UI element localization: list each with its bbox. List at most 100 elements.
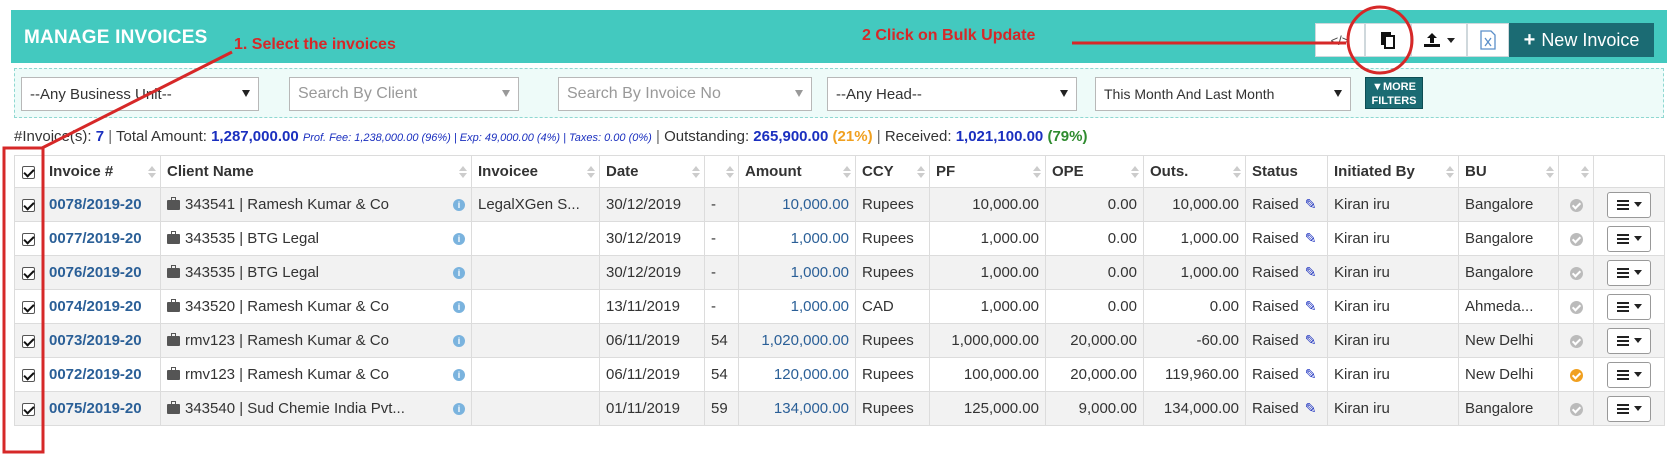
invoice-number[interactable]: 0073/2019-20 (42, 323, 161, 358)
col-ccy[interactable]: CCY (855, 155, 930, 188)
client-name[interactable]: rmv123 | Ramesh Kumar & Co (185, 366, 389, 383)
new-invoice-button[interactable]: + New Invoice (1509, 23, 1654, 57)
col-initiated-by[interactable]: Initiated By (1327, 155, 1459, 188)
col-ope[interactable]: OPE (1045, 155, 1144, 188)
col-invoice[interactable]: Invoice # (42, 155, 161, 188)
row-select-cell (14, 323, 43, 358)
business-unit: Bangalore (1458, 187, 1559, 222)
date-range-select[interactable]: This Month And Last Month (1095, 77, 1351, 111)
col-outs[interactable]: Outs. (1143, 155, 1246, 188)
new-invoice-label: New Invoice (1541, 29, 1640, 50)
column-label: Outs. (1150, 163, 1189, 180)
bulk-update-button[interactable] (1365, 23, 1411, 57)
professional-fee: 1,000,000.00 (929, 323, 1046, 358)
column-label: CCY (862, 163, 894, 180)
info-icon[interactable]: i (453, 233, 465, 245)
status-cell: Raised ✎ (1245, 221, 1328, 256)
info-icon[interactable]: i (453, 199, 465, 211)
days-outstanding: 54 (704, 357, 739, 392)
edit-pencil-icon[interactable]: ✎ (1305, 332, 1317, 349)
more-filters-label-2: FILTERS (1371, 95, 1417, 107)
ope: 0.00 (1045, 255, 1144, 290)
edit-pencil-icon[interactable]: ✎ (1305, 366, 1317, 383)
head-select[interactable]: --Any Head-- (827, 77, 1077, 111)
business-unit-select[interactable]: --Any Business Unit-- (21, 77, 259, 111)
code-view-button[interactable]: </> (1315, 23, 1365, 57)
info-icon[interactable]: i (453, 403, 465, 415)
col-bu[interactable]: BU (1458, 155, 1559, 188)
chevron-down-icon (1633, 406, 1642, 411)
amount: 134,000.00 (738, 391, 856, 426)
row-actions-button[interactable] (1607, 293, 1651, 320)
row-checkbox[interactable] (22, 334, 35, 348)
row-checkbox[interactable] (22, 300, 35, 314)
row-actions-button[interactable] (1607, 191, 1651, 218)
more-filters-button[interactable]: ▼MORE FILTERS (1365, 77, 1423, 109)
flag-cell (1558, 323, 1594, 358)
info-icon[interactable]: i (453, 335, 465, 347)
excel-icon (1480, 30, 1496, 50)
table-row[interactable]: 0076/2019-20 343535 | BTG Legal i 30/12/201… (14, 255, 1665, 290)
invoice-number[interactable]: 0075/2019-20 (42, 391, 161, 426)
edit-pencil-icon[interactable]: ✎ (1305, 298, 1317, 315)
bulk-update-icon (1381, 32, 1395, 49)
business-unit: Bangalore (1458, 221, 1559, 256)
client-name[interactable]: 343535 | BTG Legal (185, 230, 319, 247)
edit-pencil-icon[interactable]: ✎ (1305, 400, 1317, 417)
table-row[interactable]: 0078/2019-20 343541 | Ramesh Kumar & Co i L… (14, 187, 1665, 222)
col-amount[interactable]: Amount (738, 155, 856, 188)
info-icon[interactable]: i (453, 301, 465, 313)
client-name[interactable]: 343541 | Ramesh Kumar & Co (185, 196, 389, 213)
col-pf[interactable]: PF (929, 155, 1046, 188)
amount: 120,000.00 (738, 357, 856, 392)
info-icon[interactable]: i (453, 267, 465, 279)
row-checkbox[interactable] (22, 232, 35, 246)
invoice-number[interactable]: 0074/2019-20 (42, 289, 161, 324)
client-name[interactable]: rmv123 | Ramesh Kumar & Co (185, 332, 389, 349)
business-unit: Ahmeda... (1458, 289, 1559, 324)
row-checkbox[interactable] (22, 402, 35, 416)
col-client[interactable]: Client Name (160, 155, 472, 188)
col-invoicee[interactable]: Invoicee (471, 155, 600, 188)
select-all-checkbox[interactable] (22, 165, 35, 179)
row-actions-button[interactable] (1607, 361, 1651, 388)
excel-export-button[interactable] (1467, 23, 1509, 57)
row-checkbox[interactable] (22, 266, 35, 280)
client-name[interactable]: 343540 | Sud Chemie India Pvt... (185, 400, 405, 417)
row-checkbox[interactable] (22, 198, 35, 212)
edit-pencil-icon[interactable]: ✎ (1305, 196, 1317, 213)
table-row[interactable]: 0077/2019-20 343535 | BTG Legal i 30/12/201… (14, 221, 1665, 256)
client-name[interactable]: 343535 | BTG Legal (185, 264, 319, 281)
invoicee (471, 391, 600, 426)
client-name[interactable]: 343520 | Ramesh Kumar & Co (185, 298, 389, 315)
column-label: OPE (1052, 163, 1084, 180)
info-icon[interactable]: i (453, 369, 465, 381)
table-row[interactable]: 0074/2019-20 343520 | Ramesh Kumar & Co i 1… (14, 289, 1665, 324)
invoice-number[interactable]: 0077/2019-20 (42, 221, 161, 256)
invoice-number[interactable]: 0072/2019-20 (42, 357, 161, 392)
invoice-search-input[interactable]: Search By Invoice No (558, 77, 812, 111)
table-row[interactable]: 0072/2019-20 rmv123 | Ramesh Kumar & Co i 0… (14, 357, 1665, 392)
edit-pencil-icon[interactable]: ✎ (1305, 230, 1317, 247)
invoice-number[interactable]: 0076/2019-20 (42, 255, 161, 290)
row-actions-button[interactable] (1607, 395, 1651, 422)
row-actions-button[interactable] (1607, 327, 1651, 354)
col-status[interactable]: Status (1245, 155, 1328, 188)
export-dropdown-button[interactable] (1411, 23, 1467, 57)
table-row[interactable]: 0075/2019-20 343540 | Sud Chemie India Pv… (14, 391, 1665, 426)
table-row[interactable]: 0073/2019-20 rmv123 | Ramesh Kumar & Co i 0… (14, 323, 1665, 358)
ope: 0.00 (1045, 221, 1144, 256)
invoice-number[interactable]: 0078/2019-20 (42, 187, 161, 222)
invoice-date: 30/12/2019 (599, 255, 705, 290)
days-outstanding: - (704, 187, 739, 222)
row-actions-button[interactable] (1607, 259, 1651, 286)
status-text: Raised (1252, 400, 1299, 417)
client-search-input[interactable]: Search By Client (289, 77, 519, 111)
row-checkbox[interactable] (22, 368, 35, 382)
col-days[interactable] (704, 155, 739, 188)
ope: 0.00 (1045, 187, 1144, 222)
row-actions-button[interactable] (1607, 225, 1651, 252)
col-flag[interactable] (1558, 155, 1594, 188)
col-date[interactable]: Date (599, 155, 705, 188)
edit-pencil-icon[interactable]: ✎ (1305, 264, 1317, 281)
